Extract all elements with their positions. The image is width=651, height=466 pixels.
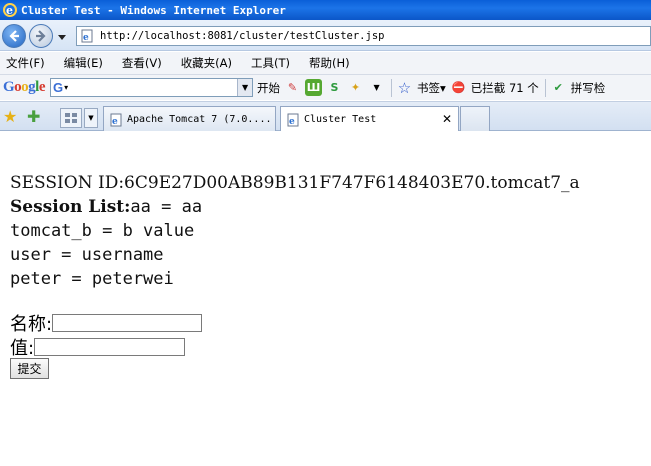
back-arrow-icon [9, 30, 19, 42]
toolbar-divider [544, 78, 546, 97]
session-entry: user = username [10, 245, 164, 265]
svg-text:e: e [112, 117, 118, 127]
session-entry: peter = peterwei [10, 269, 174, 289]
close-tab-icon[interactable]: ✕ [442, 112, 452, 126]
favorites-star-icon[interactable]: ★ [3, 107, 17, 126]
forward-button[interactable] [29, 24, 53, 48]
tab-label: Cluster Test [304, 114, 377, 125]
svg-text:e: e [83, 33, 89, 43]
menu-edit[interactable]: 编辑(E) [64, 55, 103, 71]
recent-pages-dropdown[interactable] [56, 32, 68, 42]
session-entry: aa = aa [130, 197, 203, 217]
more-dropdown-icon[interactable]: ▼ [368, 79, 385, 96]
session-id-text: SESSION ID:6C9E27D00AB89B131F747F6148403… [10, 173, 580, 193]
page-icon: e [110, 113, 122, 127]
tab-apache-tomcat[interactable]: e Apache Tomcat 7 (7.0.... [103, 106, 276, 132]
search-dropdown-button[interactable]: ▼ [237, 79, 253, 96]
menu-tools[interactable]: 工具(T) [251, 55, 290, 71]
highlight-icon[interactable]: Ш [305, 79, 323, 96]
toolbar-divider [391, 78, 393, 97]
menu-view[interactable]: 查看(V) [122, 55, 162, 71]
spellcheck-button[interactable]: 拼写检 [571, 80, 606, 96]
tab-label: Apache Tomcat 7 (7.0.... [127, 114, 272, 125]
session-entry: tomcat_b = b value [10, 221, 195, 241]
popup-blocker-icon[interactable]: ⛔ [450, 79, 467, 96]
submit-button[interactable]: 提交 [10, 358, 49, 379]
value-input[interactable] [34, 338, 186, 356]
grid-icon [65, 113, 77, 123]
window-titlebar: e Cluster Test - Windows Internet Explor… [0, 0, 651, 20]
page-icon: e [287, 113, 299, 127]
new-tab-button[interactable] [460, 106, 490, 132]
menu-file[interactable]: 文件(F) [6, 55, 45, 71]
menu-help[interactable]: 帮助(H) [309, 55, 350, 71]
google-logo: Google [3, 79, 46, 95]
start-button[interactable]: 开始 [257, 80, 280, 96]
value-label: 值: [10, 338, 35, 359]
star-bookmark-icon[interactable]: ☆ [396, 79, 413, 97]
svg-text:e: e [289, 117, 295, 127]
chevron-down-icon [58, 34, 66, 40]
forward-arrow-icon [36, 30, 46, 42]
menu-favorites[interactable]: 收藏夹(A) [181, 55, 232, 71]
puzzle-icon[interactable]: ✦ [347, 79, 364, 96]
bookmarks-button[interactable]: 书签▾ [417, 80, 446, 96]
caret-down-icon: ▾ [64, 83, 69, 92]
popup-blocked-count[interactable]: 已拦截 71 个 [471, 80, 539, 96]
google-search-prefix: G [53, 80, 64, 95]
navigation-bar: e [0, 20, 651, 51]
page-icon: e [81, 29, 93, 43]
name-row: 名称: [10, 310, 203, 336]
ie-logo-icon: e [3, 3, 17, 17]
name-label: 名称: [10, 314, 53, 335]
window-title: Cluster Test - Windows Internet Explorer [21, 3, 286, 17]
google-toolbar: Google G ▾ ▼ 开始 ✎ Ш S ✦ ▼ ☆ 书签▾ ⛔ 已拦截 71… [0, 74, 651, 100]
name-input[interactable] [52, 314, 203, 332]
session-list-line: Session List:aa = aa [10, 197, 202, 217]
page-content: SESSION ID:6C9E27D00AB89B131F747F6148403… [0, 131, 651, 466]
spellcheck-icon[interactable]: ✔ [550, 79, 567, 96]
back-button[interactable] [2, 24, 26, 48]
value-row: 值: [10, 334, 186, 360]
address-bar[interactable]: e [76, 26, 651, 46]
session-list-label: Session List: [10, 197, 131, 217]
menu-bar: 文件(F) 编辑(E) 查看(V) 收藏夹(A) 工具(T) 帮助(H) [0, 52, 651, 74]
quick-tabs-button[interactable] [60, 108, 82, 128]
url-input[interactable] [100, 30, 620, 42]
svg-text:e: e [6, 4, 13, 17]
tab-list-dropdown[interactable]: ▼ [84, 108, 98, 128]
tab-bar: ★ ✚ ▼ e Apache Tomcat 7 (7.0.... e Clust… [0, 101, 651, 132]
toolbar-tool-icon[interactable]: ✎ [284, 79, 301, 96]
translate-icon[interactable]: S [326, 79, 343, 96]
google-search-input[interactable]: G ▾ ▼ [50, 78, 254, 97]
tab-cluster-test[interactable]: e Cluster Test ✕ [280, 106, 459, 132]
add-favorite-icon[interactable]: ✚ [27, 107, 40, 126]
